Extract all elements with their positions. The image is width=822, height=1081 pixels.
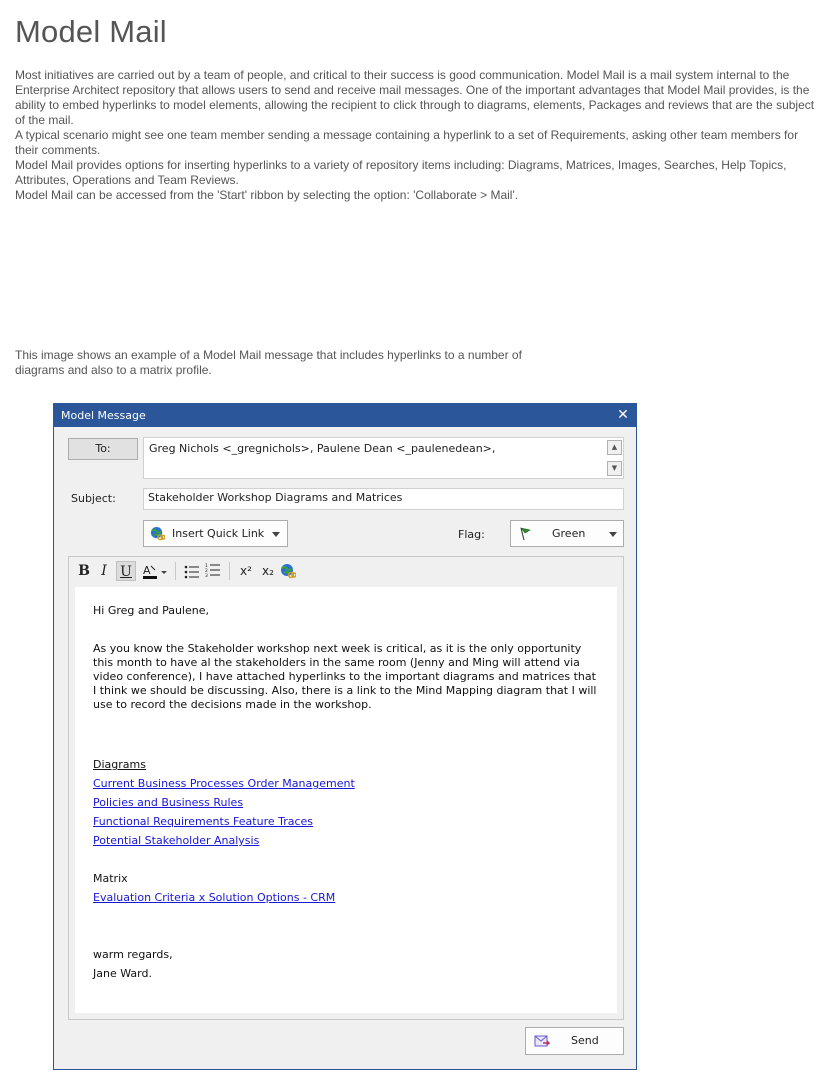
diagram-link[interactable]: Potential Stakeholder Analysis [93,834,259,847]
message-paragraph: As you know the Stakeholder workshop nex… [93,642,597,711]
numbered-list-button[interactable]: 1 2 3 [203,561,223,581]
intro-paragraph: Model Mail provides options for insertin… [15,158,787,187]
message-body[interactable]: Hi Greg and Paulene, As you know the Sta… [75,587,617,1013]
message-greeting: Hi Greg and Paulene, [93,604,209,617]
message-editor: B I U A 1 2 3 x² x₂ Hi Greg and Paulene,… [68,556,624,1020]
dialog-titlebar: Model Message ✕ [54,404,636,427]
diagram-link-item: Current Business Processes Order Managem… [93,774,599,793]
numbered-list-icon: 1 2 3 [205,563,220,579]
send-mail-icon [534,1035,550,1047]
message-closing: warm regards, [93,948,173,961]
intro-paragraph: Model Mail can be accessed from the 'Sta… [15,188,519,202]
toolbar-separator [175,562,176,580]
image-caption: This image shows an example of a Model M… [15,348,522,377]
page-title: Model Mail [15,14,167,49]
bold-button[interactable]: B [75,561,93,581]
diagram-link[interactable]: Policies and Business Rules [93,796,243,809]
chevron-down-icon [272,532,280,537]
diagram-link[interactable]: Current Business Processes Order Managem… [93,777,355,790]
insert-quick-link-dropdown[interactable]: Insert Quick Link [143,520,288,547]
chevron-down-icon [609,532,617,537]
message-signature: Jane Ward. [93,967,152,980]
text-color-icon: A [143,564,167,579]
diagram-link[interactable]: Functional Requirements Feature Traces [93,815,313,828]
bullet-list-icon [184,565,199,578]
matrix-link-item: Evaluation Criteria x Solution Options -… [93,888,599,907]
italic-button[interactable]: I [95,561,113,581]
flag-select[interactable]: Green [510,520,624,547]
intro-paragraph: Most initiatives are carried out by a te… [15,68,815,127]
svg-text:3: 3 [205,573,208,577]
svg-text:A: A [143,564,151,577]
dialog-title: Model Message [61,409,146,422]
superscript-button[interactable]: x² [236,561,256,581]
to-field[interactable]: Greg Nichols <_gregnichols>, Paulene Dea… [143,437,624,479]
to-button[interactable]: To: [68,438,138,460]
to-button-label: To: [95,442,111,455]
subject-field[interactable]: Stakeholder Workshop Diagrams and Matric… [143,488,624,510]
flag-label: Flag: [458,528,485,541]
matrix-link[interactable]: Evaluation Criteria x Solution Options -… [93,891,335,904]
diagram-link-item: Policies and Business Rules [93,793,599,812]
intro-paragraph: A typical scenario might see one team me… [15,128,799,157]
diagram-link-item: Potential Stakeholder Analysis [93,831,599,850]
subscript-button[interactable]: x₂ [258,561,278,581]
insert-hyperlink-button[interactable] [278,561,298,581]
underline-button[interactable]: U [116,561,136,581]
flag-value: Green [552,527,586,540]
bullet-list-button[interactable] [182,561,202,581]
text-color-button[interactable]: A [141,561,169,581]
send-button[interactable]: Send [525,1027,624,1055]
subject-label: Subject: [71,492,116,505]
diagram-link-item: Functional Requirements Feature Traces [93,812,599,831]
formatting-toolbar: B I U A 1 2 3 x² x₂ [69,557,623,585]
send-button-label: Send [571,1034,599,1047]
toolbar-separator [229,562,230,580]
flag-icon [520,527,531,541]
subject-value: Stakeholder Workshop Diagrams and Matric… [148,491,403,504]
insert-quick-link-label: Insert Quick Link [172,527,265,540]
to-value: Greg Nichols <_gregnichols>, Paulene Dea… [149,442,496,455]
scroll-up-arrow-icon[interactable]: ▲ [607,440,622,455]
model-message-dialog: Model Message ✕ To: Greg Nichols <_gregn… [53,403,637,1070]
close-icon[interactable]: ✕ [614,404,632,427]
globe-link-icon [281,564,297,579]
globe-link-icon [150,526,165,541]
intro-text: Most initiatives are carried out by a te… [15,68,815,203]
diagrams-heading: Diagrams [93,758,146,771]
matrix-heading: Matrix [93,872,128,885]
scroll-down-arrow-icon[interactable]: ▼ [607,461,622,476]
